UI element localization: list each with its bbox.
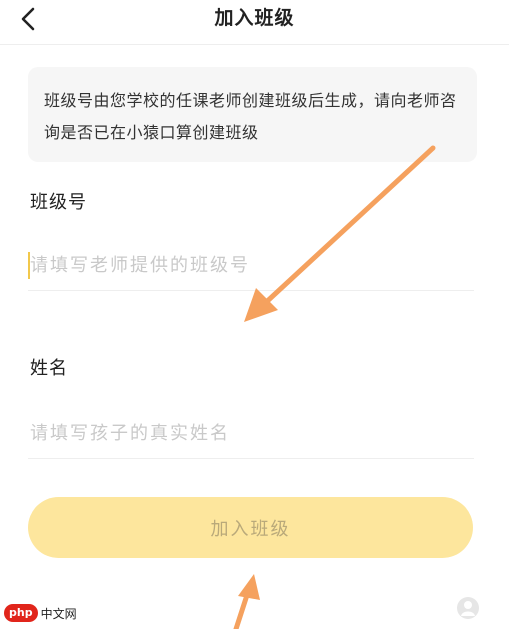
watermark-text: 中文网	[40, 606, 77, 621]
annotation-arrow-top	[244, 145, 436, 322]
watermark: php 中文网	[4, 602, 77, 624]
bottom-bar: php 中文网	[0, 593, 509, 629]
annotation-arrows	[233, 145, 436, 629]
user-icon[interactable]	[457, 597, 479, 619]
watermark-badge: php	[4, 604, 38, 622]
